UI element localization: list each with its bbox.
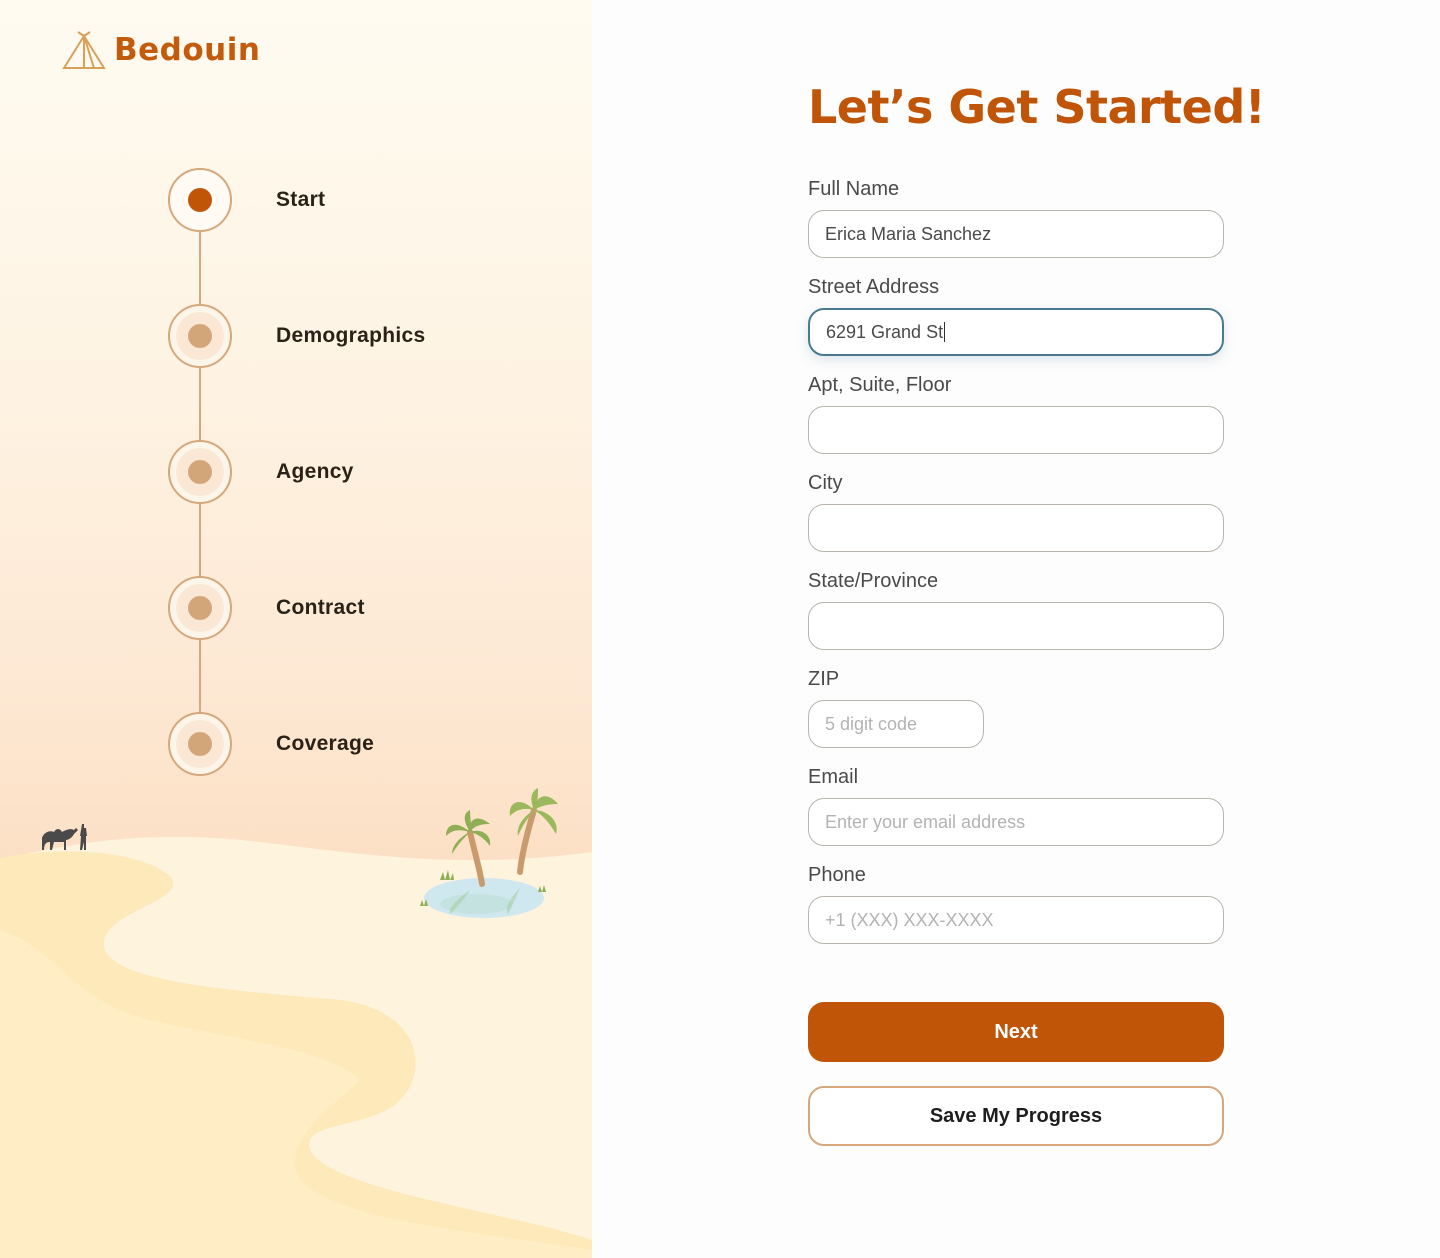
progress-sidebar: Bedouin Start Demographics Agency Contra… [0, 0, 592, 1258]
full-name-group: Full Name Erica Maria Sanchez [808, 178, 1224, 258]
step-connector [199, 368, 201, 440]
desert-illustration [0, 788, 592, 1258]
city-group: City [808, 472, 1224, 552]
city-input[interactable] [808, 504, 1224, 552]
step-indicator [168, 440, 232, 504]
email-group: Email Enter your email address [808, 766, 1224, 846]
step-connector [199, 640, 201, 712]
oasis-illustration [420, 788, 558, 918]
step-contract[interactable]: Contract [168, 576, 528, 640]
street-address-input[interactable]: 6291 Grand St [808, 308, 1224, 356]
state-label: State/Province [808, 570, 939, 592]
save-progress-button[interactable]: Save My Progress [808, 1086, 1224, 1146]
brand-name: Bedouin [114, 32, 261, 68]
step-indicator [168, 168, 232, 232]
signup-form: Let’s Get Started! Full Name Erica Maria… [808, 80, 1266, 962]
step-start[interactable]: Start [168, 168, 528, 232]
brand-logo[interactable]: Bedouin [62, 30, 260, 70]
step-connector [199, 232, 201, 304]
step-label: Start [276, 188, 326, 211]
email-label: Email [808, 766, 859, 788]
step-connector [199, 504, 201, 576]
step-indicator [168, 712, 232, 776]
step-label: Agency [276, 460, 354, 483]
page-title: Let’s Get Started! [808, 80, 1266, 134]
phone-group: Phone +1 (XXX) XXX-XXXX [808, 864, 1224, 944]
street-address-group: Street Address 6291 Grand St [808, 276, 1224, 356]
phone-input[interactable]: +1 (XXX) XXX-XXXX [808, 896, 1224, 944]
apt-suite-label: Apt, Suite, Floor [808, 374, 952, 396]
step-demographics[interactable]: Demographics [168, 304, 528, 368]
tent-icon [62, 31, 106, 69]
step-indicator [168, 304, 232, 368]
text-caret [944, 322, 946, 342]
street-address-label: Street Address [808, 276, 940, 298]
email-input[interactable]: Enter your email address [808, 798, 1224, 846]
zip-input[interactable]: 5 digit code [808, 700, 984, 748]
step-indicator [168, 576, 232, 640]
next-button[interactable]: Next [808, 1002, 1224, 1062]
step-label: Coverage [276, 732, 375, 755]
step-coverage[interactable]: Coverage [168, 712, 528, 776]
state-input[interactable] [808, 602, 1224, 650]
city-label: City [808, 472, 843, 494]
full-name-input[interactable]: Erica Maria Sanchez [808, 210, 1224, 258]
step-agency[interactable]: Agency [168, 440, 528, 504]
full-name-label: Full Name [808, 178, 900, 200]
step-label: Demographics [276, 324, 426, 347]
apt-suite-input[interactable] [808, 406, 1224, 454]
zip-group: ZIP 5 digit code [808, 668, 1224, 748]
phone-label: Phone [808, 864, 866, 886]
step-label: Contract [276, 596, 365, 619]
state-group: State/Province [808, 570, 1224, 650]
zip-label: ZIP [808, 668, 840, 690]
apt-suite-group: Apt, Suite, Floor [808, 374, 1224, 454]
